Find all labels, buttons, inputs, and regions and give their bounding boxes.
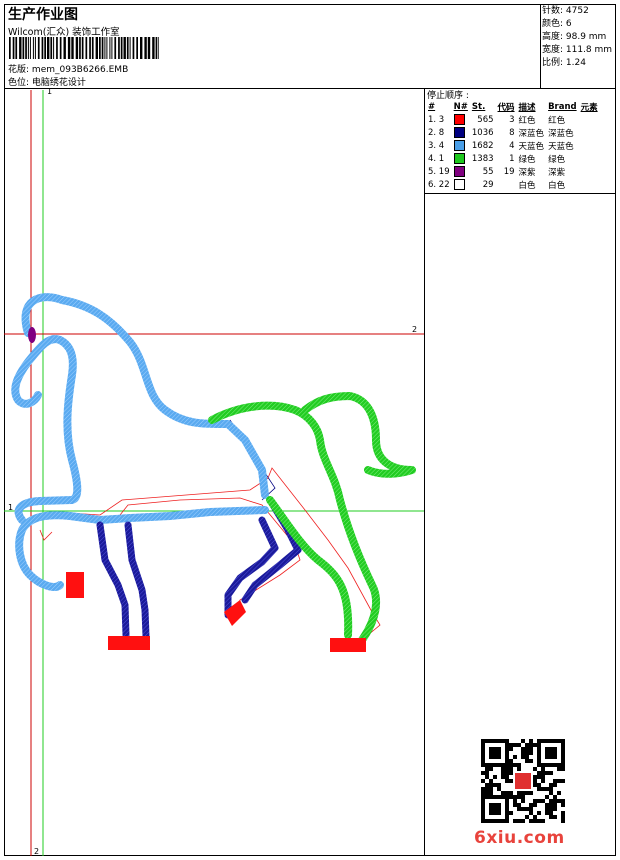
axis-marker-bottom: 2 <box>34 847 40 856</box>
front-leg-navy <box>96 521 150 640</box>
hoof-rear-right <box>330 638 366 652</box>
axis-marker-left: 1 <box>8 503 14 512</box>
axis-marker-right: 2 <box>412 325 418 334</box>
qr-code <box>481 739 565 823</box>
hoof-front-right <box>108 636 150 650</box>
hoof-front-left <box>66 572 84 598</box>
rear-leg-navy <box>224 496 302 619</box>
design-preview <box>4 90 424 856</box>
axis-marker-top: 1 <box>47 87 53 96</box>
site-watermark: 6xiu.com <box>474 828 565 848</box>
eye-purple <box>28 327 36 343</box>
underlay-outline <box>35 467 381 641</box>
body-outline-skyblue <box>11 293 269 591</box>
